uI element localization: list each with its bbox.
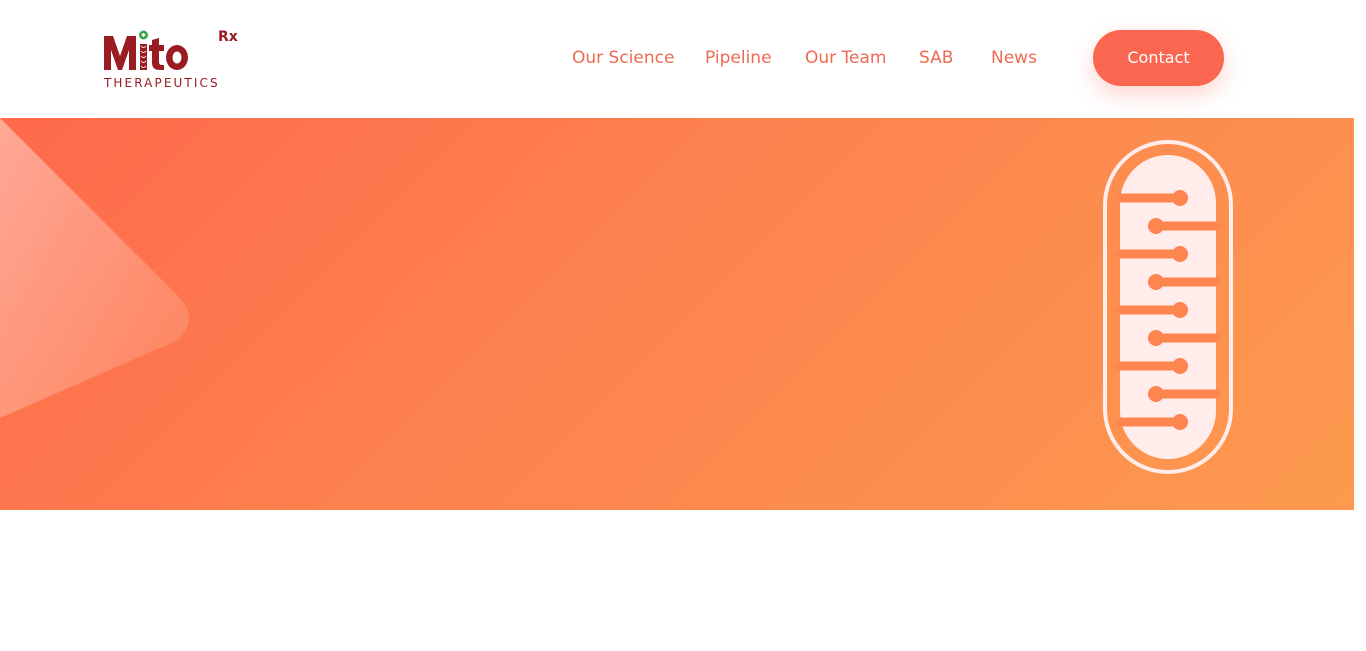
mitochondria-icon	[1103, 140, 1233, 474]
nav-item-news[interactable]: News	[991, 46, 1037, 70]
nav-item-our-science[interactable]: Our Science	[572, 46, 674, 70]
nav-item-sab[interactable]: SAB	[919, 46, 953, 70]
rounded-triangle-shape	[0, 118, 189, 418]
nav-item-our-team[interactable]: Our Team	[805, 46, 886, 70]
content-area	[0, 510, 1354, 651]
contact-button[interactable]: Contact	[1093, 30, 1224, 86]
nav-item-pipeline[interactable]: Pipeline	[705, 46, 772, 70]
site-header: Rx THERAPEUTICS Our Science Pipeline Our…	[0, 0, 1354, 118]
svg-text:THERAPEUTICS: THERAPEUTICS	[103, 76, 220, 90]
svg-text:Rx: Rx	[218, 29, 238, 45]
page: Rx THERAPEUTICS Our Science Pipeline Our…	[0, 0, 1354, 651]
hero-banner	[0, 118, 1354, 510]
